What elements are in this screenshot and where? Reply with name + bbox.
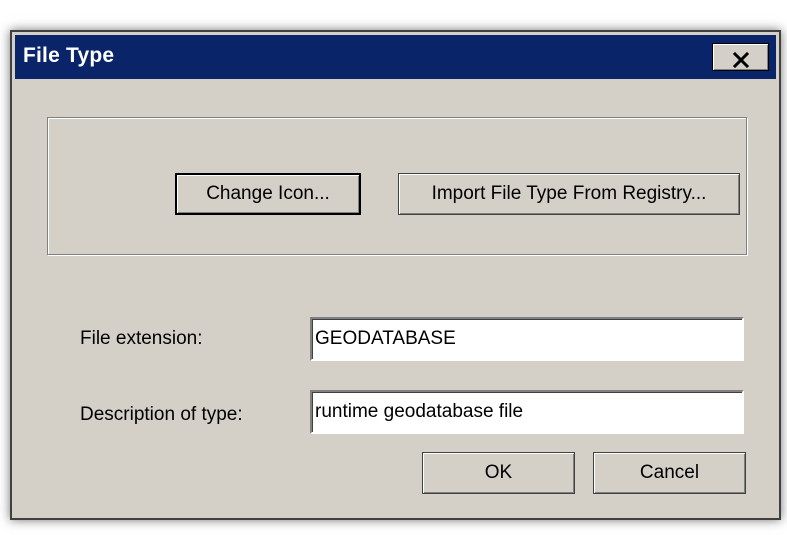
description-input[interactable] — [310, 390, 744, 434]
window-title: File Type — [23, 44, 115, 67]
cancel-button-label: Cancel — [639, 462, 700, 483]
file-type-dialog: File Type Change Icon... Import File Typ… — [10, 30, 781, 520]
change-icon-button[interactable]: Change Icon... — [175, 173, 361, 215]
import-file-type-button[interactable]: Import File Type From Registry... — [398, 173, 740, 215]
close-icon — [732, 51, 749, 68]
title-bar[interactable]: File Type — [15, 35, 776, 79]
icon-group-box: Change Icon... Import File Type From Reg… — [47, 117, 747, 255]
screen: File Type Change Icon... Import File Typ… — [0, 0, 787, 535]
file-extension-label: File extension: — [80, 328, 203, 349]
ok-button-label: OK — [484, 462, 513, 483]
change-icon-button-label: Change Icon... — [206, 183, 330, 204]
file-extension-input[interactable] — [310, 317, 744, 361]
import-file-type-button-label: Import File Type From Registry... — [431, 183, 707, 204]
cancel-button[interactable]: Cancel — [593, 452, 746, 494]
close-button[interactable] — [712, 43, 769, 71]
ok-button[interactable]: OK — [422, 452, 575, 494]
description-label: Description of type: — [80, 404, 243, 425]
